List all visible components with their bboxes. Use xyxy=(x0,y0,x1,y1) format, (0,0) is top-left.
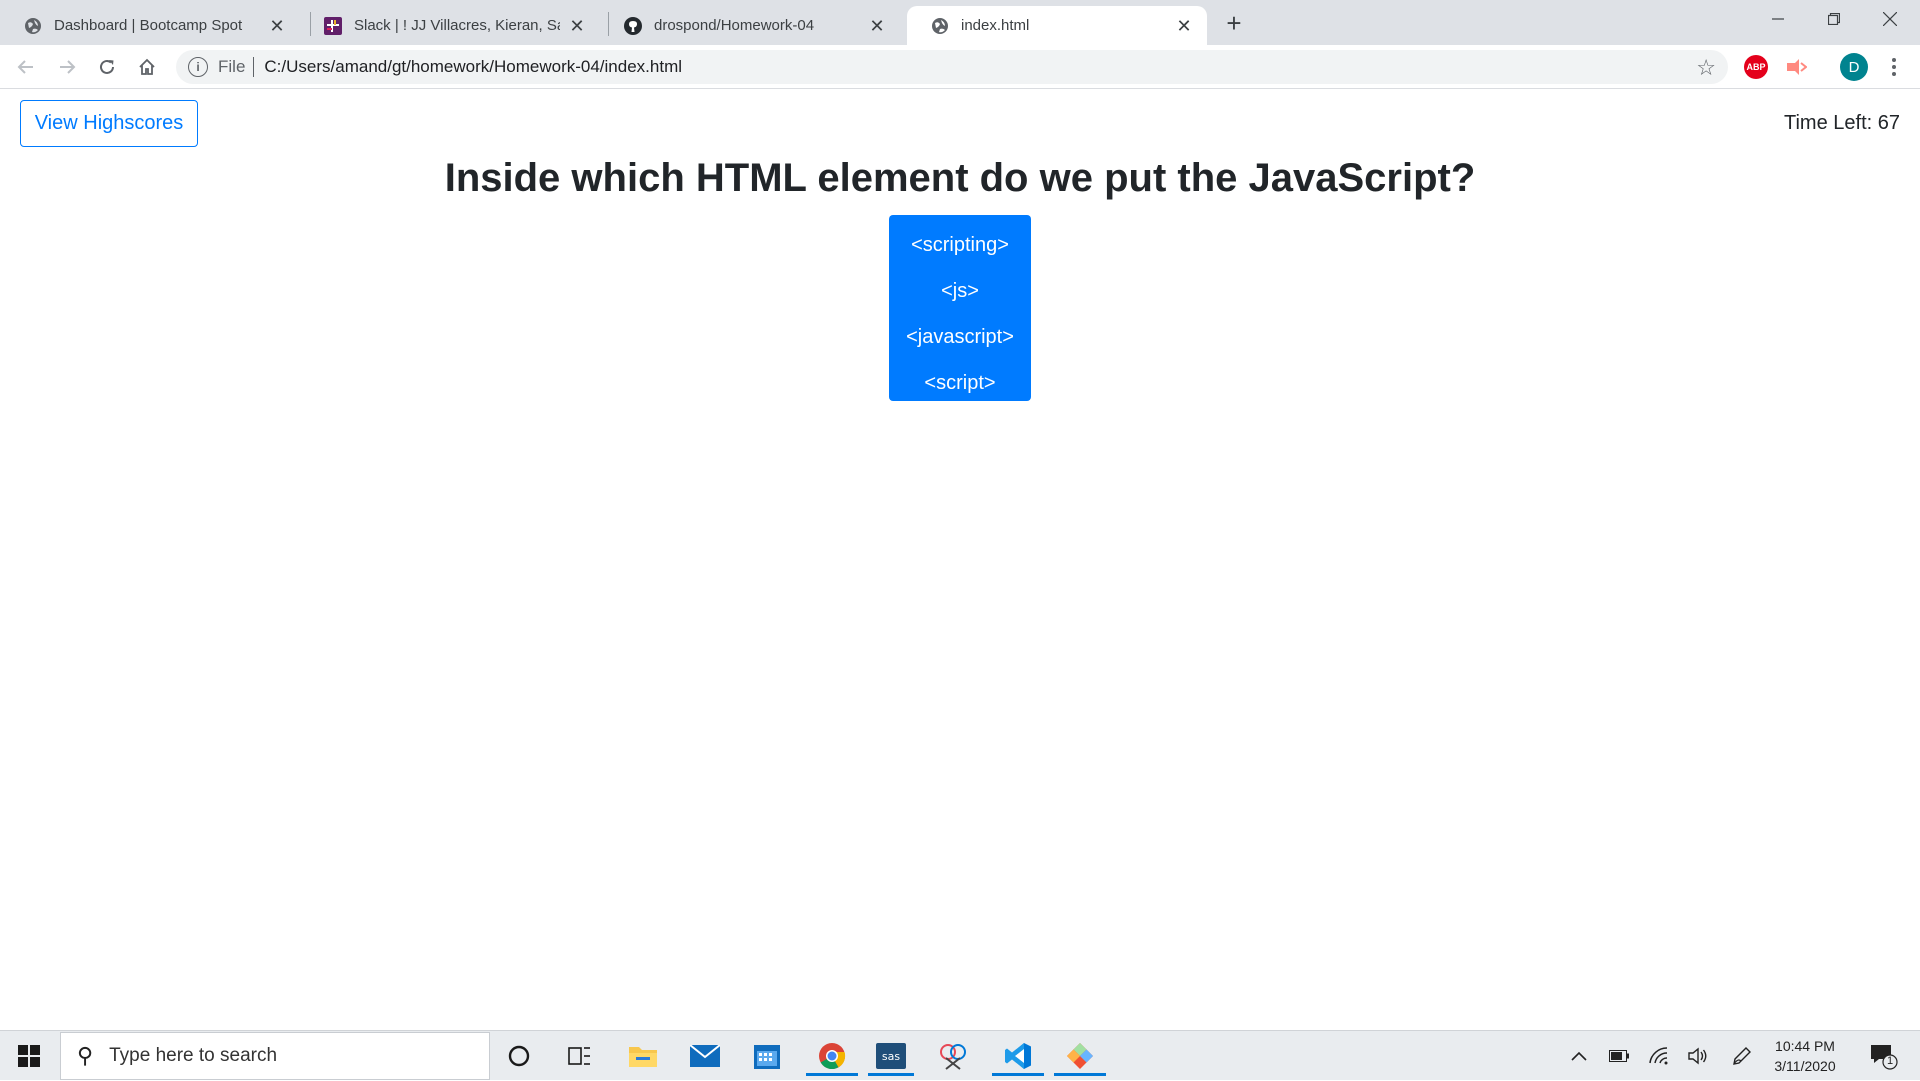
answer-option-scripting[interactable]: <scripting> xyxy=(889,222,1031,268)
adblock-plus-icon[interactable]: ABP xyxy=(1744,55,1768,79)
browser-tab-strip: Dashboard | Bootcamp Spot ✕ Slack | ! JJ… xyxy=(0,0,1920,45)
browser-toolbar: i File C:/Users/amand/gt/homework/Homewo… xyxy=(0,45,1920,89)
system-clock[interactable]: 10:44 PM 3/11/2020 xyxy=(1760,1036,1850,1076)
answer-option-js[interactable]: <js> xyxy=(889,268,1031,314)
address-bar[interactable]: i File C:/Users/amand/gt/homework/Homewo… xyxy=(176,50,1728,84)
search-icon: ⚲ xyxy=(77,1043,94,1068)
active-app-indicator xyxy=(868,1073,914,1076)
tab-slack[interactable]: Slack | ! JJ Villacres, Kieran, Sam S ✕ xyxy=(300,6,600,45)
battery-icon[interactable] xyxy=(1605,1041,1633,1071)
forward-arrow-icon[interactable] xyxy=(51,51,83,83)
task-view-icon[interactable] xyxy=(557,1036,603,1076)
close-tab-icon[interactable]: ✕ xyxy=(868,17,886,35)
wifi-icon[interactable] xyxy=(1645,1041,1673,1071)
calendar-icon[interactable] xyxy=(744,1036,790,1076)
file-explorer-icon[interactable] xyxy=(620,1036,666,1076)
tab-dashboard[interactable]: Dashboard | Bootcamp Spot ✕ xyxy=(0,6,300,45)
site-info-icon[interactable]: i xyxy=(188,57,208,77)
active-app-indicator xyxy=(806,1073,858,1076)
taskbar-search-input[interactable]: ⚲ Type here to search xyxy=(60,1032,490,1080)
mail-icon[interactable] xyxy=(682,1036,728,1076)
search-placeholder: Type here to search xyxy=(109,1045,278,1066)
show-hidden-icons-chevron-icon[interactable] xyxy=(1565,1041,1593,1071)
cortana-icon[interactable] xyxy=(496,1036,542,1076)
close-tab-icon[interactable]: ✕ xyxy=(268,17,286,35)
url-text[interactable]: C:/Users/amand/gt/homework/Homework-04/i… xyxy=(264,57,682,77)
reload-icon[interactable] xyxy=(91,51,123,83)
close-tab-icon[interactable]: ✕ xyxy=(568,17,586,35)
browser-menu-icon[interactable] xyxy=(1884,53,1904,81)
globe-icon xyxy=(931,17,949,35)
snip-icon[interactable] xyxy=(930,1036,976,1076)
close-window-icon[interactable] xyxy=(1862,0,1918,38)
vscode-icon[interactable] xyxy=(992,1036,1044,1076)
scheme-label: File xyxy=(218,57,246,76)
back-arrow-icon[interactable] xyxy=(10,51,42,83)
new-tab-button[interactable]: + xyxy=(1219,8,1249,38)
clock-time: 10:44 PM xyxy=(1775,1038,1835,1054)
screencast-icon[interactable] xyxy=(1784,55,1808,79)
slack-icon xyxy=(324,16,342,35)
home-icon[interactable] xyxy=(131,51,163,83)
time-left-display: Time Left: 67 xyxy=(1784,112,1900,134)
profile-avatar[interactable]: D xyxy=(1840,53,1868,81)
windows-start-icon[interactable] xyxy=(0,1031,58,1081)
windows-taskbar: ⚲ Type here to search sas 10:44 PM 3/11/… xyxy=(0,1030,1920,1080)
sas-icon[interactable]: sas xyxy=(868,1036,914,1076)
sas-label: sas xyxy=(882,1050,900,1063)
answer-option-javascript[interactable]: <javascript> xyxy=(889,314,1031,360)
close-tab-icon[interactable]: ✕ xyxy=(1175,17,1193,35)
github-icon xyxy=(624,16,642,35)
answer-button-group: <scripting> <js> <javascript> <script> xyxy=(889,215,1031,401)
pen-workspace-icon[interactable] xyxy=(1728,1041,1756,1071)
tab-github[interactable]: drospond/Homework-04 ✕ xyxy=(600,6,900,45)
view-highscores-button[interactable]: View Highscores xyxy=(20,100,198,147)
notification-count: 1 xyxy=(1886,1055,1894,1067)
scheme-divider xyxy=(253,57,255,77)
notifications-icon[interactable]: 1 xyxy=(1868,1041,1898,1071)
quiz-question: Inside which HTML element do we put the … xyxy=(444,156,1476,200)
active-app-indicator xyxy=(1054,1073,1106,1076)
volume-icon[interactable] xyxy=(1684,1041,1712,1071)
git-icon[interactable] xyxy=(1054,1036,1106,1076)
minimize-window-icon[interactable] xyxy=(1750,0,1806,38)
restore-window-icon[interactable] xyxy=(1806,0,1862,38)
answer-option-script[interactable]: <script> xyxy=(889,360,1031,406)
active-app-indicator xyxy=(992,1073,1044,1076)
globe-icon xyxy=(24,17,42,35)
tab-index-html[interactable]: index.html ✕ xyxy=(907,6,1207,45)
clock-date: 3/11/2020 xyxy=(1774,1058,1836,1074)
chrome-icon[interactable] xyxy=(806,1036,858,1076)
bookmark-star-icon[interactable]: ☆ xyxy=(1696,55,1716,81)
